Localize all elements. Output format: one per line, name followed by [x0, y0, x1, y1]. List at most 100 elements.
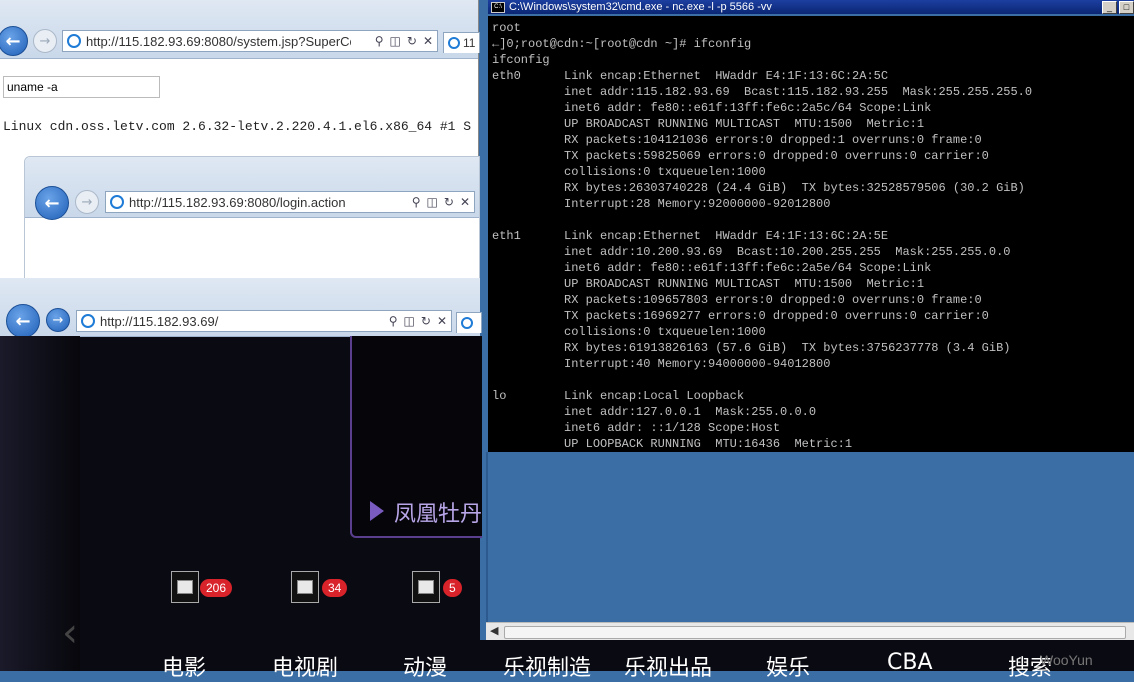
thumbnail-1[interactable] [171, 571, 199, 603]
console-line: inet6 addr: fe80::e61f:13ff:fe6c:2a5e/64… [492, 261, 932, 275]
image-icon [177, 580, 193, 594]
console-line: inet6 addr: ::1/128 Scope:Host [492, 421, 781, 435]
compat-icon[interactable]: ◫ [427, 195, 438, 209]
console-line: UP LOOPBACK RUNNING MTU:16436 Metric:1 [492, 437, 853, 451]
thumbnail-2[interactable] [291, 571, 319, 603]
console-line: ifconfig [492, 53, 550, 67]
console-line: TX packets:16969277 errors:0 dropped:0 o… [492, 309, 989, 323]
nav-item-letv-made[interactable]: 乐视制造 [503, 650, 591, 682]
cmd-console[interactable]: root ←]0;root@cdn:~[root@cdn ~]# ifconfig… [488, 16, 1134, 452]
nav-item-entertainment[interactable]: 娱乐 [766, 650, 810, 682]
browser-tab[interactable]: 11 [443, 32, 480, 53]
browser-toolbar-3: ← → http://115.182.93.69/ ⚲ ◫ ↻ ✕ [0, 278, 482, 338]
ie-tab-icon [448, 37, 460, 49]
forward-button-3[interactable]: → [46, 308, 70, 332]
minimize-button[interactable]: _ [1102, 0, 1117, 14]
console-line: collisions:0 txqueuelen:1000 [492, 165, 766, 179]
count-badge: 34 [322, 579, 348, 597]
console-line: RX bytes:61913826163 (57.6 GiB) TX bytes… [492, 341, 1011, 355]
nav-item-movies[interactable]: 电影 [162, 650, 206, 682]
cmd-window: C:\ C:\Windows\system32\cmd.exe - nc.exe… [486, 0, 1134, 641]
horizontal-scrollbar[interactable]: ◀ [486, 622, 1134, 641]
browser-toolbar-2: ← → http://115.182.93.69:8080/login.acti… [25, 157, 479, 220]
console-line: RX bytes:26303740228 (24.4 GiB) TX bytes… [492, 181, 1025, 195]
address-controls: ⚲ ◫ ↻ ✕ [375, 34, 437, 48]
console-line: inet addr:127.0.0.1 Mask:255.0.0.0 [492, 405, 817, 419]
browser-window-system-jsp: ← → http://115.182.93.69:8080/system.jsp… [0, 0, 480, 280]
address-controls-3: ⚲ ◫ ↻ ✕ [389, 314, 451, 328]
play-arrow-icon [370, 501, 384, 521]
search-icon[interactable]: ⚲ [389, 314, 398, 328]
forward-button-2[interactable]: → [75, 190, 99, 214]
back-button-2[interactable]: ← [35, 186, 69, 220]
back-button-3[interactable]: ← [6, 304, 40, 338]
refresh-icon[interactable]: ↻ [421, 314, 431, 328]
address-bar[interactable]: http://115.182.93.69:8080/system.jsp?Sup… [62, 30, 438, 52]
scroll-thumb[interactable] [504, 626, 1126, 639]
search-icon[interactable]: ⚲ [412, 195, 421, 209]
address-bar-3[interactable]: http://115.182.93.69/ ⚲ ◫ ↻ ✕ [76, 310, 452, 332]
console-line: inet addr:10.200.93.69 Bcast:10.200.255.… [492, 245, 1011, 259]
video-banner[interactable]: 凤凰牡丹 [350, 336, 482, 538]
refresh-icon[interactable]: ↻ [444, 195, 454, 209]
console-line: Interrupt:28 Memory:92000000-92012800 [492, 197, 831, 211]
console-line: UP BROADCAST RUNNING MULTICAST MTU:1500 … [492, 277, 925, 291]
browser-toolbar: ← → http://115.182.93.69:8080/system.jsp… [0, 0, 480, 59]
browser-window-letv: ← → http://115.182.93.69/ ⚲ ◫ ↻ ✕ 凤凰牡丹 ‹… [0, 278, 482, 671]
console-line: UP BROADCAST RUNNING MULTICAST MTU:1500 … [492, 117, 925, 131]
console-line: inet6 addr: fe80::e61f:13ff:fe6c:2a5c/64… [492, 101, 932, 115]
close-icon[interactable]: ✕ [437, 314, 447, 328]
ie-page-icon-2 [110, 195, 124, 209]
thumbnail-3[interactable] [412, 571, 440, 603]
command-output: Linux cdn.oss.letv.com 2.6.32-letv.2.220… [3, 119, 472, 134]
refresh-icon[interactable]: ↻ [407, 34, 417, 48]
back-button[interactable]: ← [0, 26, 28, 56]
address-url-2: http://115.182.93.69:8080/login.action [129, 194, 346, 210]
console-line: RX packets:109657803 errors:0 dropped:0 … [492, 293, 982, 307]
nav-item-anime[interactable]: 动漫 [403, 650, 447, 682]
console-line: Interrupt:40 Memory:94000000-94012800 [492, 357, 831, 371]
maximize-button[interactable]: □ [1119, 0, 1134, 14]
address-url: http://115.182.93.69:8080/system.jsp?Sup… [86, 33, 351, 49]
console-line: eth0 Link encap:Ethernet HWaddr E4:1F:13… [492, 69, 889, 83]
search-icon[interactable]: ⚲ [375, 34, 384, 48]
console-line: TX packets:59825069 errors:0 dropped:0 o… [492, 149, 989, 163]
console-line: collisions:0 txqueuelen:1000 [492, 325, 766, 339]
console-line: root [492, 21, 521, 35]
cmd-app-icon: C:\ [491, 1, 505, 13]
ie-page-icon-3 [81, 314, 95, 328]
image-icon [297, 580, 313, 594]
watermark: WooYun [1040, 652, 1093, 668]
banner-title: 凤凰牡丹 [394, 502, 483, 527]
console-line: inet addr:115.182.93.69 Bcast:115.182.93… [492, 85, 1033, 99]
console-lower-area [486, 452, 1134, 622]
compat-icon[interactable]: ◫ [404, 314, 415, 328]
tab-label: 11 [463, 36, 476, 50]
nav-item-letv-produced[interactable]: 乐视出品 [624, 650, 712, 682]
count-badge: 5 [443, 579, 462, 597]
address-bar-2[interactable]: http://115.182.93.69:8080/login.action ⚲… [105, 191, 475, 213]
command-input[interactable]: uname -a [3, 76, 160, 98]
console-line: ←]0;root@cdn:~[root@cdn ~]# ifconfig [492, 37, 752, 51]
image-icon [418, 580, 434, 594]
ie-tab-icon [461, 317, 473, 329]
close-icon[interactable]: ✕ [423, 34, 433, 48]
console-line: lo Link encap:Local Loopback [492, 389, 745, 403]
address-controls-2: ⚲ ◫ ↻ ✕ [412, 195, 474, 209]
console-line: RX packets:104121036 errors:0 dropped:1 … [492, 133, 982, 147]
address-url-3: http://115.182.93.69/ [100, 313, 219, 329]
nav-item-tv[interactable]: 电视剧 [272, 650, 338, 682]
close-icon[interactable]: ✕ [460, 195, 470, 209]
cmd-title: C:\Windows\system32\cmd.exe - nc.exe -l … [509, 1, 772, 13]
console-line: eth1 Link encap:Ethernet HWaddr E4:1F:13… [492, 229, 889, 243]
nav-item-cba[interactable]: CBA [887, 650, 933, 675]
scroll-left-arrow-icon[interactable]: ◀ [490, 624, 498, 637]
browser-window-login: ← → http://115.182.93.69:8080/login.acti… [24, 156, 480, 280]
prev-arrow-icon[interactable]: ‹ [62, 610, 78, 656]
ie-page-icon [67, 34, 81, 48]
browser-tab-3[interactable] [456, 312, 482, 333]
forward-button[interactable]: → [33, 29, 57, 53]
compat-icon[interactable]: ◫ [390, 34, 401, 48]
